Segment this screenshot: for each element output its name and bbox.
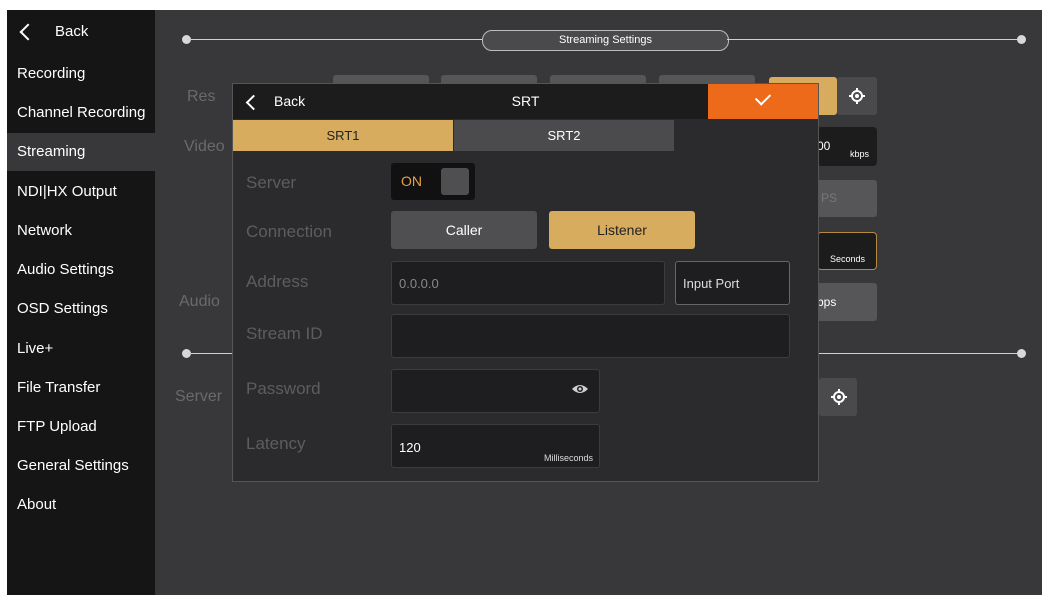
connection-label: Connection <box>246 222 333 241</box>
divider-line <box>187 39 482 40</box>
sidebar-item-live-plus[interactable]: Live+ <box>7 330 155 368</box>
eye-icon[interactable] <box>571 383 589 395</box>
server-label-partial: Server <box>175 388 223 405</box>
confirm-button[interactable] <box>708 84 818 119</box>
divider-line <box>727 39 1022 40</box>
sidebar-item-streaming[interactable]: Streaming <box>7 133 155 171</box>
section-title-pill: Streaming Settings <box>482 30 729 51</box>
server-settings-gear-button[interactable] <box>819 378 857 416</box>
sidebar-item-ndi-hx-output[interactable]: NDI|HX Output <box>7 173 155 211</box>
tab-srt2[interactable]: SRT2 <box>454 120 674 151</box>
stream-id-input[interactable] <box>391 314 790 358</box>
server-label: Server <box>246 173 297 192</box>
sidebar-item-audio-settings[interactable]: Audio Settings <box>7 251 155 289</box>
latency-unit: Milliseconds <box>543 453 593 463</box>
audio-label-partial: Audio <box>179 293 220 310</box>
device-screen: Back Recording Channel Recording Streami… <box>7 10 1042 595</box>
stream-id-label: Stream ID <box>246 324 323 343</box>
check-icon <box>754 89 772 106</box>
server-toggle[interactable]: ON <box>391 163 475 200</box>
connection-listener-button[interactable]: Listener <box>549 211 695 249</box>
latency-input[interactable]: 120 Milliseconds <box>391 424 600 468</box>
video-label-partial: Video <box>184 138 225 155</box>
resolution-label-partial: Res <box>187 88 216 105</box>
server-toggle-state: ON <box>401 173 422 189</box>
connection-caller-button[interactable]: Caller <box>391 211 537 249</box>
sidebar-item-recording[interactable]: Recording <box>7 55 155 93</box>
port-input[interactable]: Input Port <box>675 261 790 305</box>
sidebar-item-about[interactable]: About <box>7 486 155 524</box>
dialog-header: Back SRT <box>233 84 818 119</box>
video-bitrate-field[interactable]: 00 kbps <box>817 127 877 166</box>
address-input[interactable]: 0.0.0.0 <box>391 261 665 305</box>
chevron-left-icon <box>19 23 37 41</box>
srt-dialog: Back SRT SRT1 SRT2 Server ON Connection … <box>232 83 819 482</box>
password-input[interactable] <box>391 369 600 413</box>
password-label: Password <box>246 379 321 398</box>
tab-srt1[interactable]: SRT1 <box>233 120 453 151</box>
settings-gear-button[interactable] <box>837 77 877 115</box>
sidebar-back-button[interactable]: Back <box>7 13 155 51</box>
sidebar-back-label: Back <box>55 23 89 40</box>
sidebar-item-osd-settings[interactable]: OSD Settings <box>7 290 155 328</box>
sidebar: Back Recording Channel Recording Streami… <box>7 10 155 595</box>
sidebar-item-file-transfer[interactable]: File Transfer <box>7 369 155 407</box>
keyframe-interval-field[interactable]: Seconds <box>817 232 877 270</box>
audio-bitrate-field[interactable]: bps <box>817 283 877 321</box>
address-label: Address <box>246 272 309 291</box>
sidebar-item-general-settings[interactable]: General Settings <box>7 447 155 485</box>
gear-icon <box>831 389 847 405</box>
fps-field[interactable]: PS <box>817 180 877 217</box>
sidebar-item-ftp-upload[interactable]: FTP Upload <box>7 408 155 446</box>
sidebar-item-channel-recording[interactable]: Channel Recording <box>7 94 155 132</box>
sidebar-item-network[interactable]: Network <box>7 212 155 250</box>
divider-dot <box>1017 349 1026 358</box>
divider-dot <box>1017 35 1026 44</box>
toggle-knob <box>441 168 469 195</box>
latency-label: Latency <box>246 434 306 453</box>
gear-icon <box>849 88 865 104</box>
